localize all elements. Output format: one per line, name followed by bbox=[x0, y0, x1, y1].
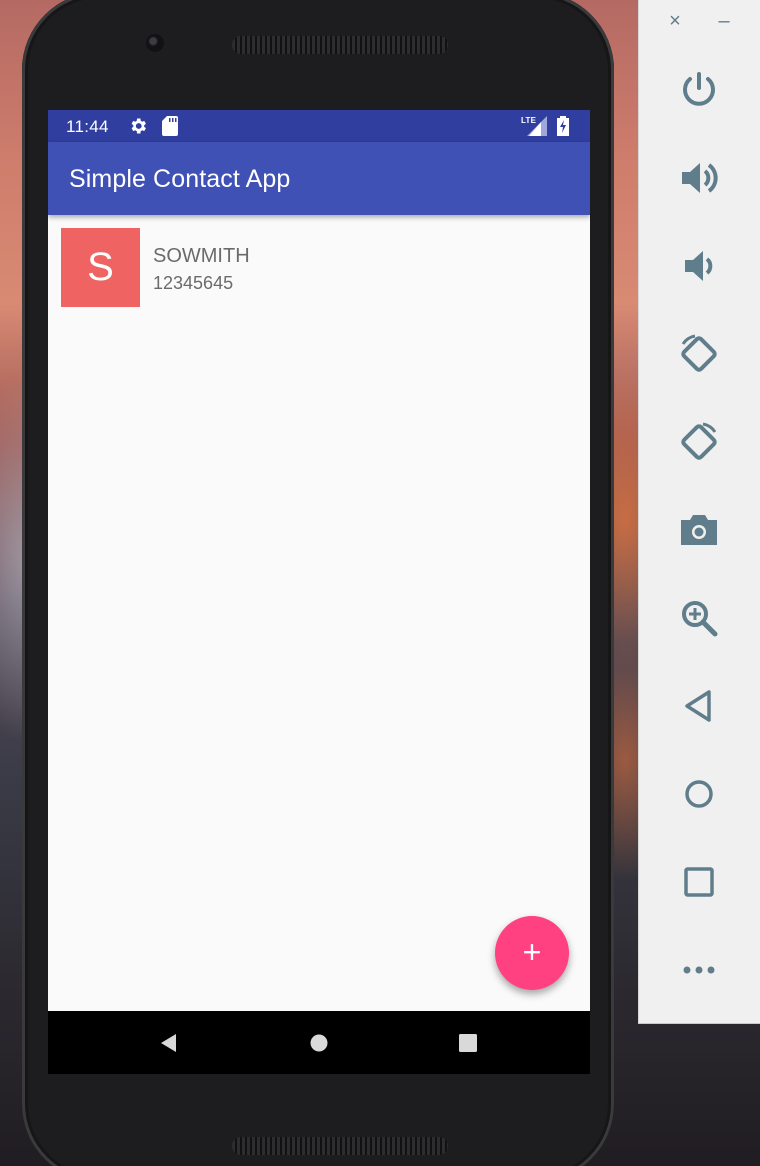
minimize-window-button[interactable]: – bbox=[712, 10, 736, 33]
page-title: Simple Contact App bbox=[69, 165, 291, 193]
home-icon[interactable] bbox=[677, 772, 721, 816]
rotate-right-icon[interactable] bbox=[677, 420, 721, 464]
volume-up-icon[interactable] bbox=[677, 156, 721, 200]
emulator-toolbar: × – bbox=[638, 0, 760, 1024]
more-icon[interactable] bbox=[677, 948, 721, 992]
back-icon[interactable] bbox=[158, 1032, 180, 1054]
avatar: S bbox=[61, 228, 140, 307]
bottom-speaker bbox=[232, 1137, 448, 1155]
recent-apps-icon[interactable] bbox=[457, 1032, 479, 1054]
rotate-left-icon[interactable] bbox=[677, 332, 721, 376]
zoom-icon[interactable] bbox=[677, 596, 721, 640]
front-camera bbox=[146, 34, 164, 52]
close-window-button[interactable]: × bbox=[663, 10, 687, 33]
add-contact-button[interactable]: + bbox=[495, 916, 569, 990]
overview-icon[interactable] bbox=[677, 860, 721, 904]
volume-down-icon[interactable] bbox=[677, 244, 721, 288]
contact-name: SOWMITH bbox=[153, 245, 250, 267]
camera-icon[interactable] bbox=[677, 508, 721, 552]
power-icon[interactable] bbox=[677, 68, 721, 112]
list-item[interactable]: S SOWMITH 12345645 bbox=[61, 228, 577, 308]
lte-signal-icon bbox=[527, 116, 547, 136]
status-bar: 11:44 LTE bbox=[48, 110, 590, 142]
phone-frame: 11:44 LTE Simple Contact App S SOWMITH 1… bbox=[22, 0, 614, 1166]
battery-charging-icon bbox=[557, 116, 569, 136]
contact-number: 12345645 bbox=[153, 273, 234, 293]
gear-icon bbox=[131, 118, 146, 134]
sd-card-icon bbox=[162, 116, 178, 136]
back-icon[interactable] bbox=[677, 684, 721, 728]
earpiece-speaker bbox=[232, 36, 448, 54]
status-time: 11:44 bbox=[66, 117, 109, 136]
contact-list: S SOWMITH 12345645 bbox=[48, 215, 590, 1011]
navigation-bar bbox=[48, 1011, 590, 1074]
device-screen: 11:44 LTE Simple Contact App S SOWMITH 1… bbox=[48, 110, 590, 1074]
app-bar: Simple Contact App bbox=[48, 142, 590, 215]
home-icon[interactable] bbox=[308, 1032, 330, 1054]
